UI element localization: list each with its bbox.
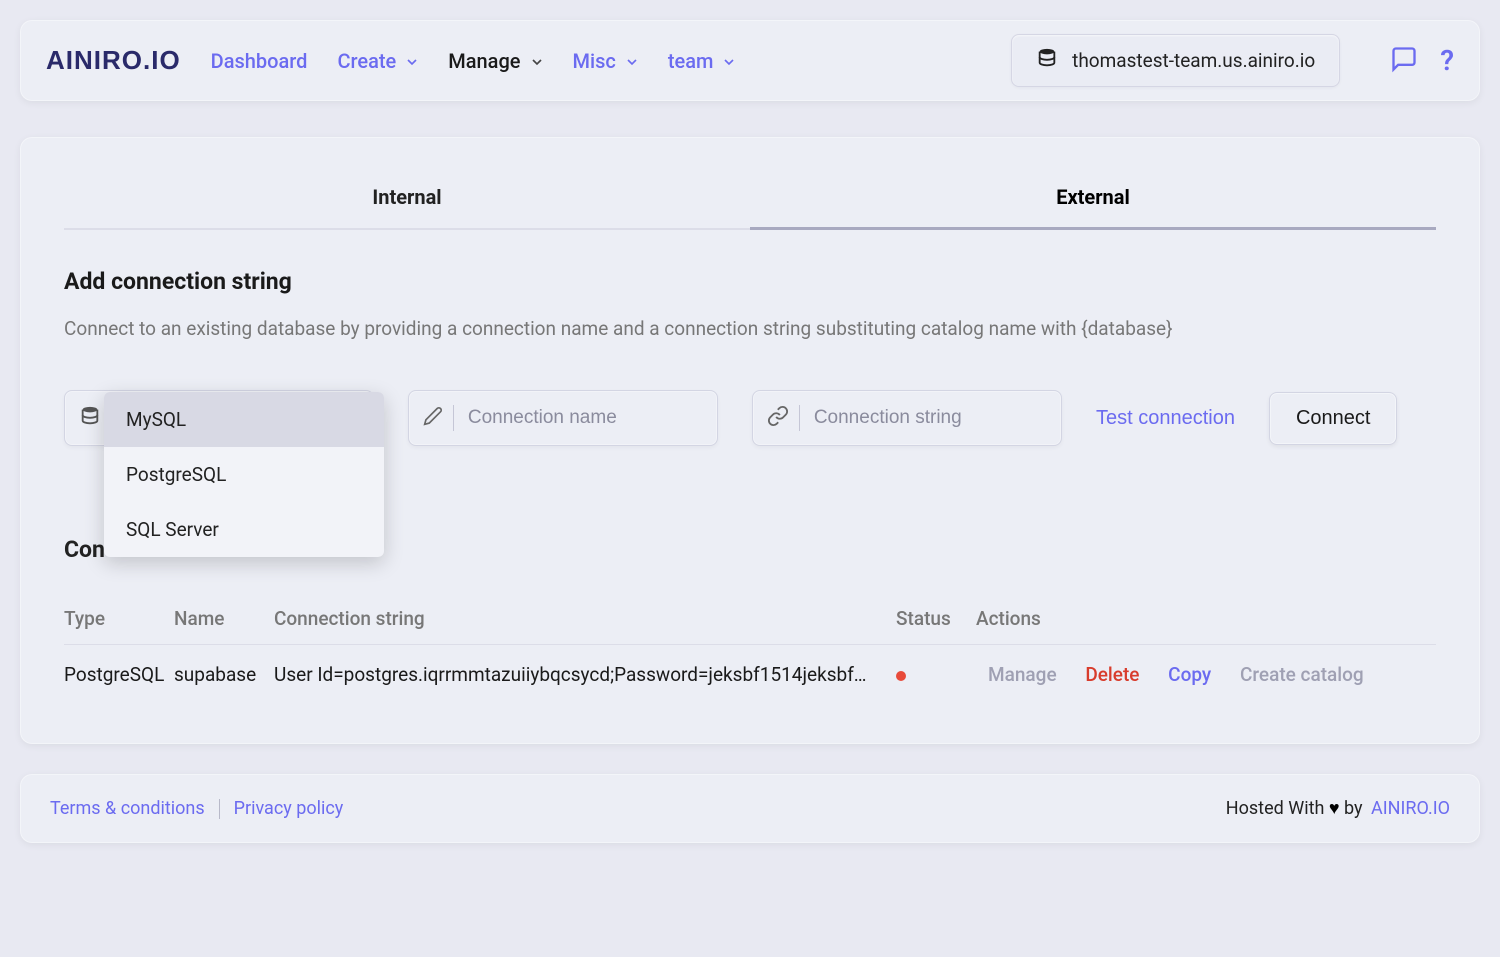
dropdown-item-postgresql[interactable]: PostgreSQL: [104, 447, 384, 502]
cell-actions: Manage Delete Copy Create catalog: [976, 645, 1436, 705]
heart-icon: ♥: [1329, 798, 1344, 819]
separator: [799, 405, 800, 431]
add-title: Add connection string: [64, 268, 1436, 295]
help-icon[interactable]: ?: [1440, 44, 1454, 77]
table-row: PostgreSQL supabase User Id=postgres.iqr…: [64, 645, 1436, 705]
nav-team[interactable]: team: [668, 49, 736, 73]
nav-misc-label: Misc: [573, 49, 616, 73]
footer-by: by: [1344, 798, 1363, 819]
db-type-dropdown: MySQL PostgreSQL SQL Server: [104, 392, 384, 557]
top-icons: ?: [1390, 44, 1454, 77]
col-status: Status: [896, 593, 976, 645]
nav-manage[interactable]: Manage: [448, 49, 542, 73]
database-icon: [79, 405, 101, 431]
team-chip[interactable]: thomastest-team.us.ainiro.io: [1011, 34, 1340, 87]
status-dot-icon: [896, 671, 906, 681]
add-form: MySQL MySQL PostgreSQL SQL Server Test c…: [64, 390, 1436, 446]
database-icon: [1036, 47, 1058, 74]
dropdown-item-mysql[interactable]: MySQL: [104, 392, 384, 447]
chevron-down-icon: [624, 54, 638, 68]
connections-table: Type Name Connection string Status Actio…: [64, 593, 1436, 704]
chat-icon[interactable]: [1390, 45, 1418, 77]
action-copy[interactable]: Copy: [1156, 663, 1223, 686]
link-icon: [767, 405, 789, 431]
main-panel: Internal External Add connection string …: [20, 137, 1480, 744]
footer-left: Terms & conditions Privacy policy: [50, 798, 343, 819]
chevron-down-icon: [721, 54, 735, 68]
footer-brand-link[interactable]: AINIRO.IO: [1371, 798, 1450, 819]
nav-misc[interactable]: Misc: [573, 49, 638, 73]
footer-right: Hosted With ♥ by AINIRO.IO: [1226, 798, 1450, 819]
col-actions: Actions: [976, 593, 1436, 645]
nav: Dashboard Create Manage Misc team: [211, 49, 981, 73]
tabs: Internal External: [64, 167, 1436, 230]
separator: [219, 799, 220, 819]
logo: AINIRO.IO: [46, 45, 181, 76]
connection-string-field[interactable]: [752, 390, 1062, 446]
chevron-down-icon: [404, 54, 418, 68]
connection-name-input[interactable]: [468, 407, 703, 429]
team-chip-label: thomastest-team.us.ainiro.io: [1072, 49, 1315, 72]
footer: Terms & conditions Privacy policy Hosted…: [20, 774, 1480, 843]
cell-type: PostgreSQL: [64, 645, 174, 705]
col-type: Type: [64, 593, 174, 645]
cell-status: [896, 645, 976, 705]
tab-internal[interactable]: Internal: [64, 167, 750, 228]
add-desc: Connect to an existing database by provi…: [64, 317, 1436, 340]
connection-string-input[interactable]: [814, 407, 1047, 429]
footer-hosted: Hosted With: [1226, 798, 1325, 819]
separator: [453, 405, 454, 431]
pencil-icon: [423, 406, 443, 430]
cell-name: supabase: [174, 645, 274, 705]
action-manage[interactable]: Manage: [976, 663, 1069, 686]
nav-dashboard[interactable]: Dashboard: [211, 49, 308, 73]
action-delete[interactable]: Delete: [1073, 663, 1151, 686]
nav-manage-label: Manage: [448, 49, 520, 73]
tab-external[interactable]: External: [750, 167, 1436, 230]
nav-team-label: team: [668, 49, 714, 73]
chevron-down-icon: [529, 54, 543, 68]
nav-create[interactable]: Create: [337, 49, 418, 73]
dropdown-item-sqlserver[interactable]: SQL Server: [104, 502, 384, 557]
test-connection-button[interactable]: Test connection: [1096, 407, 1235, 430]
connection-name-field[interactable]: [408, 390, 718, 446]
col-cstring: Connection string: [274, 593, 896, 645]
table-header-row: Type Name Connection string Status Actio…: [64, 593, 1436, 645]
topbar: AINIRO.IO Dashboard Create Manage Misc t…: [20, 20, 1480, 101]
footer-privacy-link[interactable]: Privacy policy: [234, 798, 344, 819]
cell-cstring: User Id=postgres.iqrrmmtazuiiybqcsycd;Pa…: [274, 645, 896, 705]
nav-dashboard-label: Dashboard: [211, 49, 308, 73]
col-name: Name: [174, 593, 274, 645]
connect-button[interactable]: Connect: [1269, 392, 1398, 445]
nav-create-label: Create: [337, 49, 396, 73]
footer-terms-link[interactable]: Terms & conditions: [50, 798, 205, 819]
action-create-catalog[interactable]: Create catalog: [1228, 663, 1376, 686]
